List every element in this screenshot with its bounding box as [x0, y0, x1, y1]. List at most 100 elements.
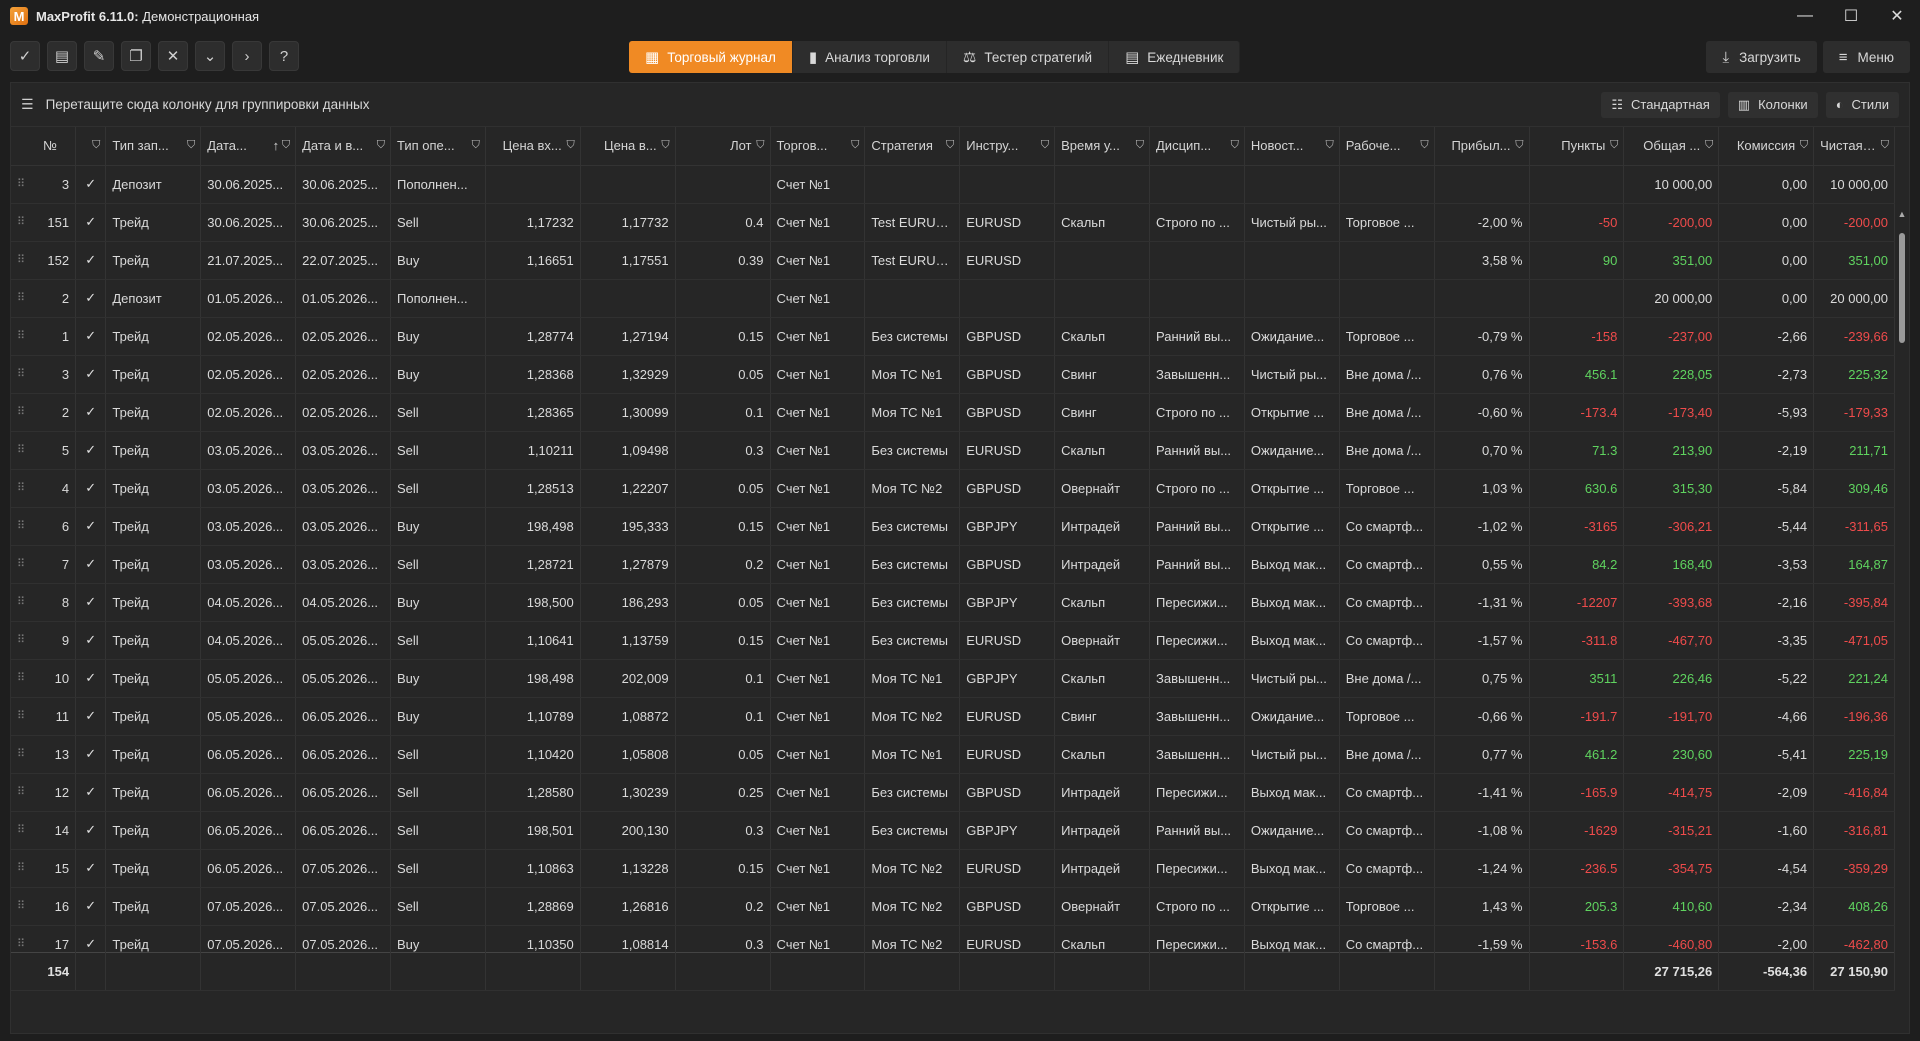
group-panel[interactable]: ☰ Перетащите сюда колонку для группировк… — [11, 83, 1909, 127]
checkmark-icon[interactable]: ✓ — [75, 393, 107, 432]
column-header[interactable]: Дисцип... ⛉ — [1149, 127, 1245, 166]
checkmark-icon[interactable]: ✓ — [75, 431, 107, 470]
checkmark-icon[interactable]: ✓ — [75, 773, 107, 812]
forward-button[interactable]: › — [232, 41, 262, 71]
checkmark-icon[interactable]: ✓ — [75, 165, 107, 204]
column-header[interactable]: № — [11, 127, 77, 166]
column-header[interactable]: Рабоче... ⛉ — [1339, 127, 1435, 166]
checkmark-icon[interactable]: ✓ — [75, 241, 107, 280]
checkmark-icon[interactable]: ✓ — [75, 621, 107, 660]
table-row[interactable]: ⠿ 4 ✓ Трейд 03.05.2026... 03.05.2026... Sell 1,… — [11, 469, 1895, 508]
column-header[interactable]: Тип опе... ⛉ — [390, 127, 486, 166]
checkmark-icon[interactable]: ✓ — [75, 469, 107, 508]
table-row[interactable]: ⠿ 12 ✓ Трейд 06.05.2026... 06.05.2026... Sell 1… — [11, 773, 1895, 812]
standard-view-button[interactable]: ☷ Стандартная — [1601, 91, 1720, 118]
filter-icon[interactable]: ⛉ — [1800, 139, 1808, 152]
drag-handle-icon[interactable]: ⠿ — [17, 747, 25, 760]
checkmark-icon[interactable]: ✓ — [75, 811, 107, 850]
column-header[interactable]: Комиссия ⛉ — [1718, 127, 1815, 166]
drag-handle-icon[interactable]: ⠿ — [17, 861, 25, 874]
filter-icon[interactable]: ⛉ — [92, 139, 100, 152]
table-row[interactable]: ⠿ 1 ✓ Трейд 02.05.2026... 02.05.2026... Buy 1,2… — [11, 317, 1895, 356]
copy-button[interactable]: ❐ — [121, 41, 151, 71]
filter-icon[interactable]: ⛉ — [472, 139, 480, 152]
table-row[interactable]: ⠿ 15 ✓ Трейд 06.05.2026... 07.05.2026... Sell 1… — [11, 849, 1895, 888]
filter-icon[interactable]: ⛉ — [377, 139, 385, 152]
table-row[interactable]: ⠿ 3 ✓ Депозит 30.06.2025... 30.06.2025... Попо… — [11, 165, 1895, 204]
drag-handle-icon[interactable]: ⠿ — [17, 177, 25, 190]
maximize-button[interactable]: ☐ — [1828, 0, 1874, 32]
styles-button[interactable]: ◐ Стили — [1825, 91, 1899, 118]
table-row[interactable]: ⠿ 2 ✓ Депозит 01.05.2026... 01.05.2026... Попо… — [11, 279, 1895, 318]
drag-handle-icon[interactable]: ⠿ — [17, 329, 25, 342]
table-row[interactable]: ⠿ 151 ✓ Трейд 30.06.2025... 30.06.2025... Sell… — [11, 203, 1895, 242]
checkmark-icon[interactable]: ✓ — [75, 279, 107, 318]
table-row[interactable]: ⠿ 11 ✓ Трейд 05.05.2026... 06.05.2026... Buy 1,… — [11, 697, 1895, 736]
checkmark-icon[interactable]: ✓ — [75, 317, 107, 356]
filter-icon[interactable]: ⛉ — [1515, 139, 1523, 152]
filter-icon[interactable]: ⛉ — [1136, 139, 1144, 152]
drag-handle-icon[interactable]: ⠿ — [17, 291, 25, 304]
filter-icon[interactable]: ⛉ — [946, 139, 954, 152]
column-header[interactable]: Пункты ⛉ — [1529, 127, 1625, 166]
minimize-button[interactable]: — — [1782, 0, 1828, 32]
close-window-button[interactable]: ✕ — [1874, 0, 1920, 32]
column-header[interactable]: Чистая ... ⛉ — [1813, 127, 1895, 166]
columns-button[interactable]: ▥ Колонки — [1727, 91, 1818, 118]
drag-handle-icon[interactable]: ⠿ — [17, 823, 25, 836]
drag-handle-icon[interactable]: ⠿ — [17, 443, 25, 456]
column-header[interactable]: ⛉ — [75, 127, 107, 166]
column-header[interactable]: Инстру... ⛉ — [959, 127, 1056, 166]
checkmark-icon[interactable]: ✓ — [75, 735, 107, 774]
table-row[interactable]: ⠿ 3 ✓ Трейд 02.05.2026... 02.05.2026... Buy 1,2… — [11, 355, 1895, 394]
drag-handle-icon[interactable]: ⠿ — [17, 215, 25, 228]
scroll-thumb[interactable] — [1899, 233, 1905, 343]
tab-trade-analysis[interactable]: ▮ Анализ торговли — [792, 41, 947, 73]
drag-handle-icon[interactable]: ⠿ — [17, 519, 25, 532]
column-header[interactable]: Цена в... ⛉ — [580, 127, 676, 166]
column-header[interactable]: Новост... ⛉ — [1244, 127, 1340, 166]
checkmark-icon[interactable]: ✓ — [75, 925, 107, 952]
filter-icon[interactable]: ⛉ — [282, 139, 290, 152]
drag-handle-icon[interactable]: ⠿ — [17, 671, 25, 684]
drag-handle-icon[interactable]: ⠿ — [17, 557, 25, 570]
add-entry-button[interactable]: ✓ — [10, 41, 40, 71]
column-header[interactable]: Время у... ⛉ — [1054, 127, 1150, 166]
table-row[interactable]: ⠿ 13 ✓ Трейд 06.05.2026... 06.05.2026... Sell 1… — [11, 735, 1895, 774]
drag-handle-icon[interactable]: ⠿ — [17, 899, 25, 912]
tab-trade-journal[interactable]: ▦ Торговый журнал — [629, 41, 793, 73]
table-row[interactable]: ⠿ 9 ✓ Трейд 04.05.2026... 05.05.2026... Sell 1,… — [11, 621, 1895, 660]
drag-handle-icon[interactable]: ⠿ — [17, 253, 25, 266]
table-row[interactable]: ⠿ 7 ✓ Трейд 03.05.2026... 03.05.2026... Sell 1,… — [11, 545, 1895, 584]
table-row[interactable]: ⠿ 16 ✓ Трейд 07.05.2026... 07.05.2026... Sell 1… — [11, 887, 1895, 926]
tab-strategy-tester[interactable]: ⚖ Тестер стратегий — [946, 41, 1110, 73]
load-button[interactable]: ⤓ Загрузить — [1706, 41, 1817, 73]
tab-diary[interactable]: ▤ Ежедневник — [1109, 41, 1241, 73]
column-header[interactable]: Общая ... ⛉ — [1623, 127, 1720, 166]
drag-handle-icon[interactable]: ⠿ — [17, 709, 25, 722]
drag-handle-icon[interactable]: ⠿ — [17, 633, 25, 646]
table-row[interactable]: ⠿ 5 ✓ Трейд 03.05.2026... 03.05.2026... Sell 1,… — [11, 431, 1895, 470]
column-header[interactable]: Дата и в... ⛉ — [295, 127, 391, 166]
delete-button[interactable]: ✕ — [158, 41, 188, 71]
filter-icon[interactable]: ⛉ — [1041, 139, 1049, 152]
filter-icon[interactable]: ⛉ — [1705, 139, 1713, 152]
column-header[interactable]: Дата... ⛉ ↑ — [200, 127, 297, 166]
column-header[interactable]: Лот ⛉ — [675, 127, 771, 166]
drag-handle-icon[interactable]: ⠿ — [17, 367, 25, 380]
table-row[interactable]: ⠿ 152 ✓ Трейд 21.07.2025... 22.07.2025... Buy 1… — [11, 241, 1895, 280]
drag-handle-icon[interactable]: ⠿ — [17, 405, 25, 418]
column-header[interactable]: Стратегия ⛉ — [864, 127, 961, 166]
checkmark-icon[interactable]: ✓ — [75, 659, 107, 698]
checkmark-icon[interactable]: ✓ — [75, 203, 107, 242]
table-row[interactable]: ⠿ 14 ✓ Трейд 06.05.2026... 06.05.2026... Sell 1… — [11, 811, 1895, 850]
help-button[interactable]: ? — [269, 41, 299, 71]
checkmark-icon[interactable]: ✓ — [75, 583, 107, 622]
filter-icon[interactable]: ⛉ — [187, 139, 195, 152]
drag-handle-icon[interactable]: ⠿ — [17, 595, 25, 608]
table-row[interactable]: ⠿ 8 ✓ Трейд 04.05.2026... 04.05.2026... Buy 198… — [11, 583, 1895, 622]
checkmark-icon[interactable]: ✓ — [75, 849, 107, 888]
filter-icon[interactable]: ⛉ — [1326, 139, 1334, 152]
scroll-up-icon[interactable]: ▲ — [1896, 209, 1908, 219]
vertical-scrollbar[interactable]: ▲ ▼ — [1896, 209, 1908, 952]
